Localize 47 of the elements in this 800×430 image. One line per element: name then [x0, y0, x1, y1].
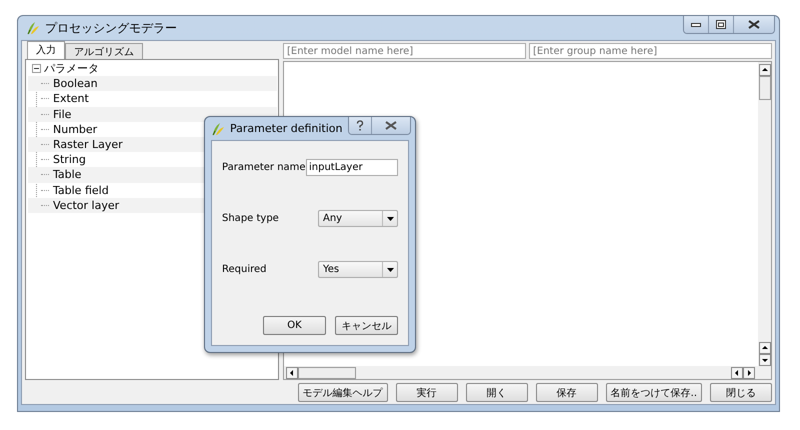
tree-item[interactable]: Table field — [53, 184, 109, 197]
horizontal-scrollbar[interactable] — [284, 366, 771, 379]
button[interactable]: 閉じる — [710, 383, 772, 402]
button[interactable]: モデル編集ヘルプ — [298, 383, 388, 402]
model-name-field[interactable]: [Enter model name here] — [283, 43, 526, 59]
scrollbar-thumb[interactable] — [758, 76, 770, 100]
minimize-button[interactable] — [684, 16, 708, 33]
maximize-button[interactable] — [708, 16, 733, 33]
tree-item[interactable]: パラメータ — [44, 61, 99, 76]
tab[interactable]: 入力 — [27, 41, 65, 59]
leaf-logo-icon — [26, 21, 40, 35]
collapse-icon[interactable] — [32, 64, 41, 74]
tree-item[interactable]: Extent — [53, 92, 89, 106]
tree-item[interactable]: Table — [53, 168, 82, 182]
button[interactable]: 開く — [466, 383, 528, 402]
field-label: Shape type — [222, 213, 279, 224]
group-name-field[interactable]: [Enter group name here] — [529, 43, 772, 59]
close-icon — [385, 121, 398, 130]
vertical-scrollbar[interactable] — [758, 62, 771, 366]
help-icon — [356, 120, 364, 131]
dialog-title: Parameter definition — [230, 122, 343, 135]
dropdown[interactable]: Any — [318, 210, 398, 227]
help-button[interactable] — [348, 117, 372, 134]
close-button[interactable] — [371, 117, 410, 134]
leaf-logo-icon — [211, 122, 225, 136]
caret-icon — [386, 268, 394, 272]
button[interactable]: キャンセル — [335, 316, 398, 335]
field-label: Required — [222, 264, 267, 275]
minimize-icon — [691, 22, 701, 28]
button[interactable]: OK — [263, 316, 326, 335]
dropdown[interactable]: Yes — [318, 261, 398, 278]
field-label: Parameter name — [222, 162, 306, 173]
text-field[interactable]: inputLayer — [306, 159, 398, 176]
scrollbar-thumb[interactable] — [298, 366, 356, 378]
button[interactable]: 名前をつけて保存.. — [606, 383, 702, 402]
tree-item[interactable]: Boolean — [53, 77, 98, 90]
caret-icon — [386, 216, 394, 220]
close-icon — [748, 20, 760, 29]
tree-item[interactable]: Number — [53, 122, 98, 136]
window-title: プロセッシングモデラー — [45, 20, 178, 36]
close-button[interactable] — [733, 16, 774, 33]
tree-item[interactable]: String — [53, 153, 86, 166]
tab[interactable]: アルゴリズム — [65, 43, 143, 59]
maximize-icon — [716, 20, 726, 29]
button[interactable]: 保存 — [536, 383, 598, 402]
tree-item[interactable]: File — [53, 108, 72, 121]
button[interactable]: 実行 — [396, 383, 458, 402]
